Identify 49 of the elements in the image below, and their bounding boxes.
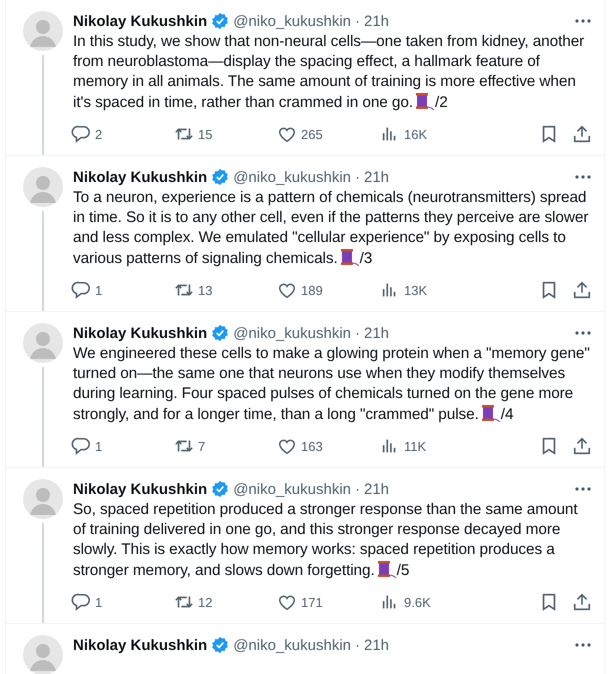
- share-icon[interactable]: [572, 124, 592, 144]
- like-button[interactable]: 189: [277, 280, 380, 300]
- author-handle[interactable]: @niko_kukushkin: [233, 12, 351, 30]
- reply-button[interactable]: 1: [71, 280, 174, 300]
- author-handle[interactable]: @niko_kukushkin: [233, 168, 351, 186]
- tweet-text: In this study, we show that non-neural cells—one taken from kidney, another from neuroblastoma—display the spacing effect, a hallmark feature of memory in all animals. The same amount of training is more effective when it's spaced in time, rather than crammed in one go. /2: [73, 32, 586, 113]
- author-name[interactable]: Nikolay Kukushkin: [73, 636, 208, 654]
- like-button[interactable]: 171: [277, 592, 380, 612]
- reply-icon: [71, 592, 91, 612]
- author-name[interactable]: Nikolay Kukushkin: [73, 324, 208, 342]
- reply-icon: [71, 280, 91, 300]
- author-name[interactable]: Nikolay Kukushkin: [73, 168, 208, 186]
- reply-button[interactable]: 1: [71, 592, 174, 612]
- spool-icon: [413, 92, 436, 110]
- separator-dot: ·: [355, 168, 360, 186]
- author-name[interactable]: Nikolay Kukushkin: [73, 480, 208, 498]
- repost-button[interactable]: 7: [174, 436, 277, 456]
- timestamp[interactable]: 21h: [364, 168, 390, 186]
- views-button[interactable]: 16K: [380, 124, 483, 144]
- timestamp[interactable]: 21h: [364, 480, 390, 498]
- reply-icon: [71, 124, 91, 144]
- author-handle[interactable]: @niko_kukushkin: [233, 636, 351, 654]
- separator-dot: ·: [355, 324, 360, 342]
- author-handle[interactable]: @niko_kukushkin: [233, 480, 351, 498]
- timestamp[interactable]: 21h: [364, 324, 390, 342]
- like-button[interactable]: 163: [277, 436, 380, 456]
- reply-icon: [71, 436, 91, 456]
- views-button[interactable]: 13K: [380, 280, 483, 300]
- reply-button[interactable]: 2: [71, 124, 174, 144]
- views-button[interactable]: 9.6K: [380, 592, 483, 612]
- repost-button[interactable]: 13: [174, 280, 277, 300]
- tweet-text: We engineered these cells to make a glowing protein when a "memory gene" turned on—the same one that neurons use when they modify themselves during learning. Four spaced pulses of chemicals turned on the gene more strongly, and for a longer time, than a long "crammed" pulse. /4: [73, 344, 591, 425]
- repost-button[interactable]: 15: [174, 124, 277, 144]
- repost-button[interactable]: 12: [174, 592, 277, 612]
- reply-button[interactable]: 1: [71, 436, 174, 456]
- like-button[interactable]: 265: [277, 124, 380, 144]
- views-button[interactable]: 11K: [380, 436, 483, 456]
- share-icon[interactable]: [572, 280, 592, 300]
- tweet-text: To a neuron, experience is a pattern of chemicals (neurotransmitters) spread in time. So it is to any other cell, even if the patterns they perceive are slower and less complex. We emulated "cellular experience" by exposing cells to various patterns of signaling chemicals. /3: [73, 188, 590, 269]
- tweet-text: So, spaced repetition produced a stronger response than the same amount of training delivered in one go, and this stronger response decayed more slowly. This is exactly how memory works: spaced repetition produces a stronger memory, and slows down forgetting. /5: [73, 500, 579, 581]
- separator-dot: ·: [355, 12, 360, 30]
- separator-dot: ·: [355, 480, 360, 498]
- separator-dot: ·: [355, 636, 360, 654]
- timestamp[interactable]: 21h: [364, 636, 390, 654]
- timestamp[interactable]: 21h: [364, 12, 390, 30]
- share-icon[interactable]: [572, 592, 592, 612]
- share-icon[interactable]: [572, 436, 592, 456]
- author-name[interactable]: Nikolay Kukushkin: [73, 12, 208, 30]
- author-handle[interactable]: @niko_kukushkin: [233, 324, 351, 342]
